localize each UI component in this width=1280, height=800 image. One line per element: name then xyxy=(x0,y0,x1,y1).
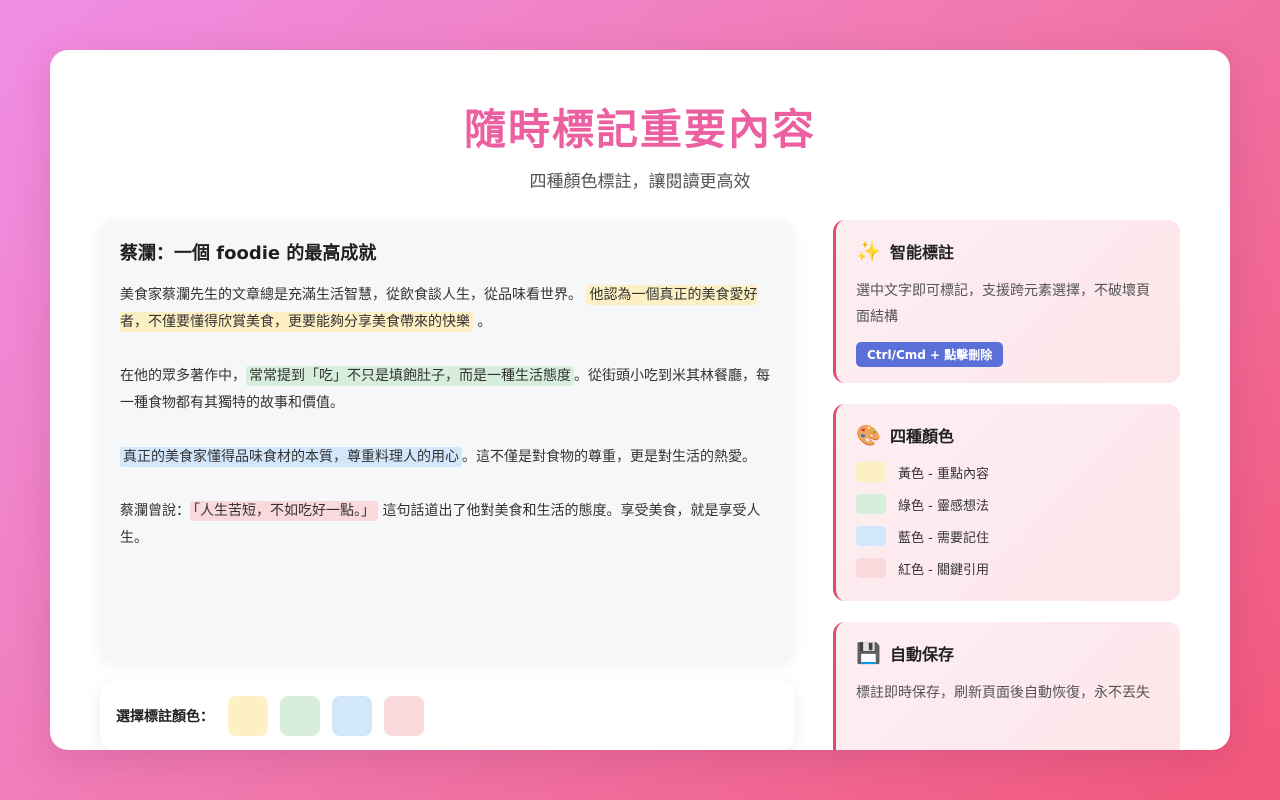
swatch-green-button[interactable] xyxy=(280,696,320,736)
article-text[interactable]: 蔡瀾曾說： xyxy=(120,503,190,519)
color-legend-item: 紅色 - 關鍵引用 xyxy=(856,552,1160,584)
floppy-disk-icon: 💾 xyxy=(856,641,881,665)
highlight-green[interactable]: 常常提到「吃」不只是填飽肚子，而是一種生活態度 xyxy=(246,366,574,386)
article-panel: 蔡瀾：一個 foodie 的最高成就 美食家蔡瀾先生的文章總是充滿生活智慧，從飲… xyxy=(100,220,794,660)
highlight-red[interactable]: 「人生苦短，不如吃好一點。」 xyxy=(190,501,378,521)
feature-title: 智能標註 xyxy=(890,243,955,262)
color-picker-bar: 選擇標註顏色： xyxy=(100,681,794,750)
feature-description: 標註即時保存，刷新頁面後自動恢復，永不丟失 xyxy=(856,685,1150,701)
article-text[interactable]: 。 xyxy=(477,314,491,330)
feature-title: 四種顏色 xyxy=(890,427,955,446)
feature-title: 自動保存 xyxy=(890,645,955,664)
highlight-blue[interactable]: 真正的美食家懂得品味食材的本質，尊重料理人的用心 xyxy=(120,447,462,467)
article-text[interactable]: 。這不僅是對食物的尊重，更是對生活的熱愛。 xyxy=(462,449,756,465)
article-paragraph-2[interactable]: 在他的眾多著作中， 常常提到「吃」不只是填飽肚子，而是一種生活態度 。從街頭小吃到米… xyxy=(120,363,774,417)
color-legend-item: 綠色 - 靈感想法 xyxy=(856,488,1160,520)
feature-description: 選中文字即可標記，支援跨元素選擇，不破壞頁面結構 xyxy=(856,283,1150,325)
color-legend-label: 藍色 - 需要記住 xyxy=(898,530,989,546)
feature-card-smart: ✨ 智能標註 選中文字即可標記，支援跨元素選擇，不破壞頁面結構 Ctrl/Cmd… xyxy=(833,220,1180,383)
main-card: 隨時標記重要內容 四種顏色標註，讓閱讀更高效 蔡瀾：一個 foodie 的最高成… xyxy=(50,50,1230,750)
color-legend-item: 藍色 - 需要記住 xyxy=(856,520,1160,552)
feature-card-colors: 🎨 四種顏色 黃色 - 重點內容 綠色 - 靈感想法 藍色 - 需要記住 紅色 … xyxy=(833,404,1180,601)
swatch-red-button[interactable] xyxy=(384,696,424,736)
page-title: 隨時標記重要內容 xyxy=(463,105,816,154)
color-legend-swatch xyxy=(856,494,886,514)
swatch-blue-button[interactable] xyxy=(332,696,372,736)
feature-card-save: 💾 自動保存 標註即時保存，刷新頁面後自動恢復，永不丟失 xyxy=(833,622,1180,750)
article-paragraph-4[interactable]: 蔡瀾曾說： 「人生苦短，不如吃好一點。」 這句話道出了他對美食和生活的態度。享受美… xyxy=(120,498,774,552)
swatch-yellow-button[interactable] xyxy=(228,696,268,736)
palette-icon: 🎨 xyxy=(856,423,881,447)
sparkles-icon: ✨ xyxy=(856,239,881,263)
color-legend-item: 黃色 - 重點內容 xyxy=(856,456,1160,488)
article-text[interactable]: 美食家蔡瀾先生的文章總是充滿生活智慧，從飲食談人生，從品味看世界。 xyxy=(120,287,582,303)
article-paragraph-1[interactable]: 美食家蔡瀾先生的文章總是充滿生活智慧，從飲食談人生，從品味看世界。 他認為一個真… xyxy=(120,282,774,336)
shortcut-badge: Ctrl/Cmd + 點擊刪除 xyxy=(856,342,1004,367)
color-legend-swatch xyxy=(856,558,886,578)
color-legend-swatch xyxy=(856,526,886,546)
article-text[interactable]: 在他的眾多著作中， xyxy=(120,368,246,384)
article-paragraph-3[interactable]: 真正的美食家懂得品味食材的本質，尊重料理人的用心 。這不僅是對食物的尊重，更是對生… xyxy=(120,444,774,471)
color-legend-label: 綠色 - 靈感想法 xyxy=(898,498,989,514)
page-subtitle: 四種顏色標註，讓閱讀更高效 xyxy=(529,172,751,192)
article-title: 蔡瀾：一個 foodie 的最高成就 xyxy=(120,243,377,264)
color-legend-swatch xyxy=(856,462,886,482)
color-picker-label: 選擇標註顏色： xyxy=(116,709,214,725)
color-legend-label: 紅色 - 關鍵引用 xyxy=(898,562,989,578)
color-legend-label: 黃色 - 重點內容 xyxy=(898,466,989,482)
